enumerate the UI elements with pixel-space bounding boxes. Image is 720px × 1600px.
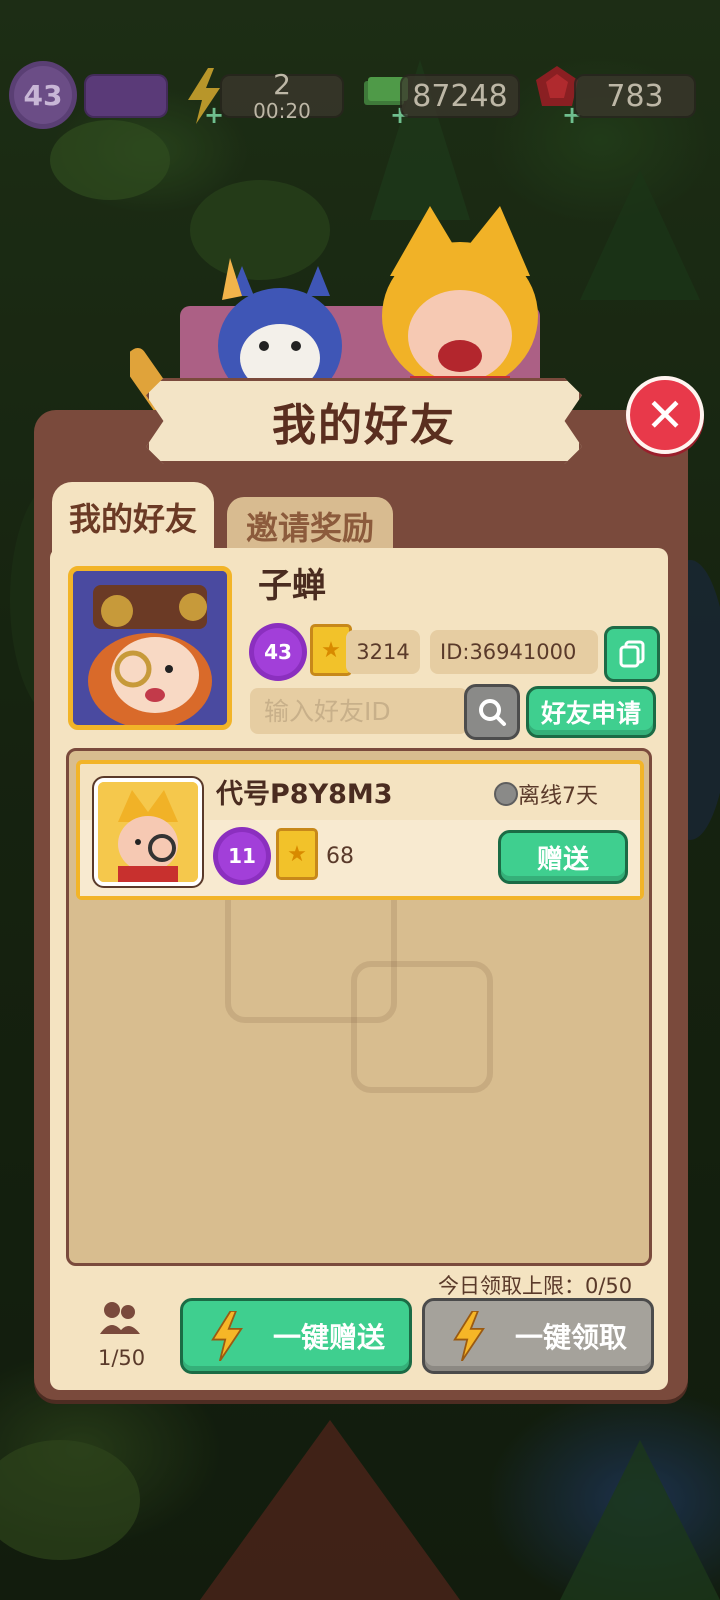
- friend-level-badge: 11: [218, 832, 266, 880]
- send-all-button[interactable]: 一键赠送: [180, 1298, 412, 1374]
- close-button[interactable]: ✕: [626, 376, 704, 454]
- player-level-badge[interactable]: 43: [14, 66, 72, 124]
- dialog-title-banner: 我的好友: [146, 378, 582, 464]
- star-card-icon: ★: [276, 828, 318, 880]
- offline-status-icon: [494, 782, 518, 806]
- my-id: ID:36941000: [430, 630, 598, 674]
- my-level-badge: 43: [254, 628, 302, 676]
- claim-all-button[interactable]: 一键领取: [422, 1298, 654, 1374]
- gift-button[interactable]: 赠送: [498, 830, 628, 884]
- daily-claim-limit: 今日领取上限：0/50: [438, 1274, 633, 1298]
- gem-value: 783: [574, 74, 696, 118]
- my-avatar[interactable]: [68, 566, 232, 730]
- claim-all-label: 一键领取: [514, 1321, 627, 1354]
- search-button[interactable]: [464, 684, 520, 740]
- friend-request-button[interactable]: 好友申请: [526, 686, 656, 738]
- energy-timer: 00:20: [253, 99, 311, 123]
- send-all-label: 一键赠送: [272, 1321, 385, 1354]
- my-score: 3214: [346, 630, 420, 674]
- cash-value: 87248: [400, 74, 520, 118]
- my-nickname: 子蝉: [258, 566, 326, 606]
- friend-name: 代号P8Y8M3: [216, 779, 393, 810]
- energy-counter: 2 00:20: [220, 68, 344, 123]
- friend-avatar[interactable]: [92, 776, 204, 888]
- friend-count: 1/50: [98, 1346, 146, 1370]
- search-icon: [479, 699, 506, 726]
- energy-value: 2: [273, 68, 291, 101]
- tab-invite-rewards[interactable]: 邀请奖励: [224, 494, 396, 555]
- dialog-title: 我的好友: [272, 400, 456, 451]
- detective-avatar-icon: [98, 782, 198, 882]
- friend-score: 68: [326, 844, 354, 869]
- friend-id-input[interactable]: [250, 688, 468, 734]
- lightning-icon: [453, 1311, 485, 1361]
- steampunk-girl-avatar-icon: [73, 571, 227, 725]
- copy-id-button[interactable]: [604, 626, 660, 682]
- friends-icon: [100, 1302, 140, 1334]
- level-progress-bar: [84, 74, 168, 118]
- friend-status: 离线7天: [518, 784, 598, 809]
- level-value: 43: [14, 66, 72, 124]
- empty-face-icon: [351, 961, 493, 1093]
- lightning-icon: [211, 1311, 243, 1361]
- tab-my-friends[interactable]: 我的好友: [52, 482, 214, 552]
- copy-icon: [619, 640, 645, 668]
- close-icon: ✕: [645, 388, 685, 442]
